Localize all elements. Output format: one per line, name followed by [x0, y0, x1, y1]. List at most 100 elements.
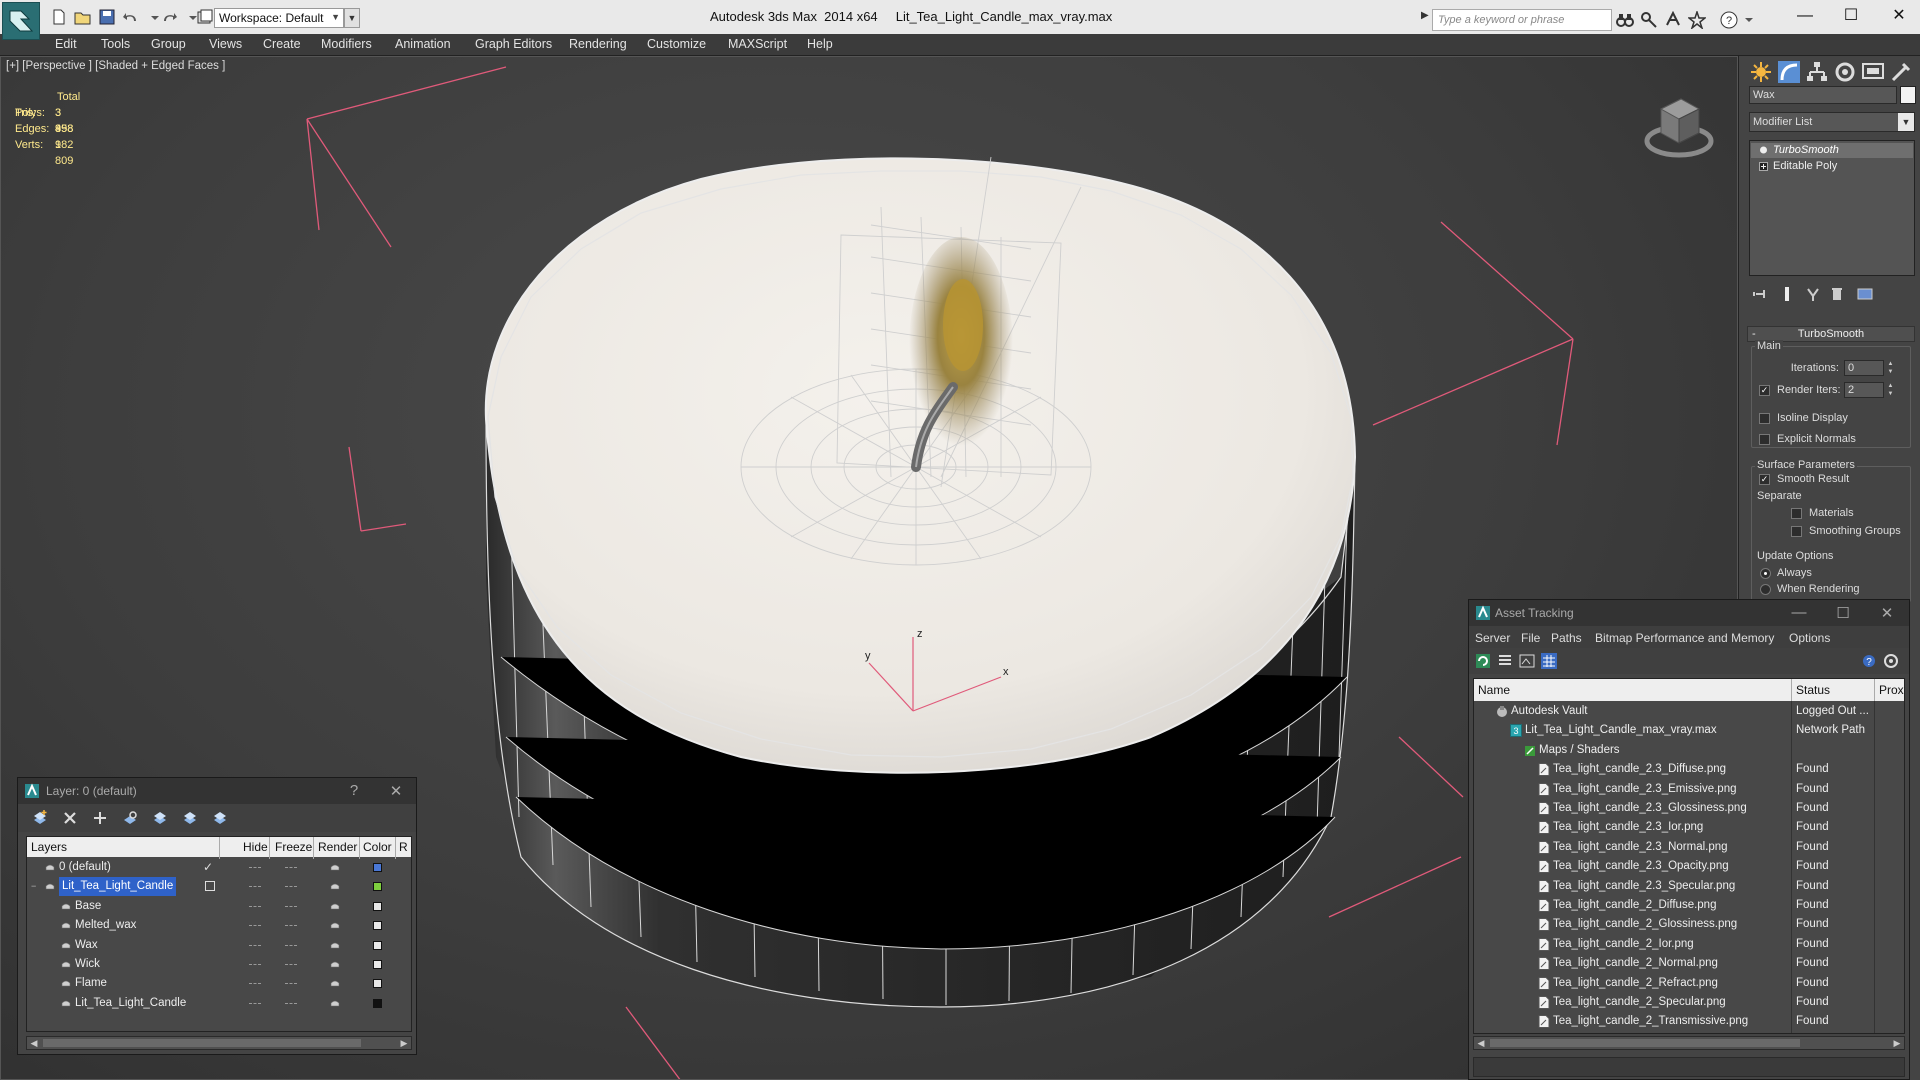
menu-graph-editors[interactable]: Graph Editors	[475, 37, 552, 51]
render-teapot-icon[interactable]	[330, 941, 341, 950]
separate-materials-checkbox[interactable]: Materials	[1791, 507, 1854, 521]
layer-color-swatch[interactable]	[373, 940, 382, 950]
layer-color-swatch[interactable]	[373, 882, 382, 892]
layer-row[interactable]: − Lit_Tea_Light_Candle	[27, 877, 411, 897]
asset-row[interactable]: Tea_light_candle_2_Normal.png Found	[1474, 954, 1904, 973]
column-header-proxy[interactable]: Prox	[1879, 683, 1904, 697]
menu-create[interactable]: Create	[263, 37, 301, 51]
iterations-spinner[interactable]: 0	[1844, 360, 1884, 376]
scroll-right-icon[interactable]: ▶	[1890, 1037, 1904, 1049]
workspace-selector[interactable]: Workspace: Default ▼	[214, 8, 344, 28]
asset-row[interactable]: Tea_light_candle_2.3_Normal.png Found	[1474, 838, 1904, 857]
column-divider[interactable]	[269, 837, 270, 859]
layer-color-swatch[interactable]	[373, 998, 382, 1008]
table-view-icon[interactable]	[1541, 653, 1557, 669]
list-view-icon[interactable]	[1497, 653, 1513, 669]
close-button[interactable]: ✕	[1884, 6, 1914, 28]
iterations-spinner-arrows[interactable]: ▲ ▼	[1886, 360, 1895, 376]
freeze-toggle[interactable]	[285, 867, 297, 868]
render-teapot-icon[interactable]	[330, 882, 341, 891]
redo-icon[interactable]	[160, 9, 178, 25]
hierarchy-tab-icon[interactable]	[1805, 60, 1829, 84]
column-divider[interactable]	[219, 837, 220, 859]
app-logo-menu-button[interactable]	[2, 2, 40, 40]
select-objects-in-layer-icon[interactable]	[122, 810, 138, 826]
column-header-layers[interactable]: Layers	[31, 840, 67, 854]
render-teapot-icon[interactable]	[330, 960, 341, 969]
asset-row[interactable]: Tea_light_candle_2_Glossiness.png Found	[1474, 915, 1904, 934]
show-end-result-icon[interactable]	[1779, 286, 1795, 302]
column-header-render[interactable]: Render	[318, 840, 357, 854]
render-iters-spinner[interactable]: 2	[1844, 382, 1884, 398]
layer-row[interactable]: Wick	[27, 955, 411, 974]
add-to-layer-icon[interactable]	[92, 810, 108, 826]
asset-row[interactable]: 3 Lit_Tea_Light_Candle_max_vray.max Networ…	[1474, 721, 1904, 740]
layer-color-swatch[interactable]	[373, 863, 382, 872]
asset-horizontal-scrollbar[interactable]: ◀ ▶	[1473, 1036, 1905, 1050]
asset-close-button[interactable]: ✕	[1875, 604, 1899, 622]
active-layer-checkmark-icon[interactable]: ✓	[203, 858, 213, 877]
asset-row[interactable]: Tea_light_candle_2.3_Opacity.png Found	[1474, 857, 1904, 876]
column-divider[interactable]	[359, 837, 360, 859]
asset-help-icon[interactable]: ?	[1861, 653, 1877, 669]
favorites-star-icon[interactable]	[1688, 11, 1706, 29]
column-header-radiosity[interactable]: R	[399, 840, 408, 854]
isoline-display-checkbox[interactable]: Isoline Display	[1759, 412, 1848, 426]
smooth-result-checkbox[interactable]: ✓ Smooth Result	[1759, 473, 1849, 487]
maximize-button[interactable]: ☐	[1836, 6, 1866, 28]
create-tab-icon[interactable]	[1749, 60, 1773, 84]
pin-stack-icon[interactable]	[1753, 286, 1769, 302]
separate-smoothing-groups-checkbox[interactable]: Smoothing Groups	[1791, 525, 1901, 539]
hide-toggle[interactable]	[249, 983, 261, 985]
undo-icon[interactable]	[122, 9, 140, 25]
explicit-normals-checkbox[interactable]: Explicit Normals	[1759, 433, 1856, 447]
layer-color-swatch[interactable]	[373, 979, 382, 989]
menu-group[interactable]: Group	[151, 37, 186, 51]
collapse-icon[interactable]: −	[31, 877, 36, 896]
asset-row[interactable]: Tea_light_candle_2_Transmissive.png Found	[1474, 1012, 1904, 1031]
update-always-radio[interactable]: Always	[1759, 567, 1812, 581]
asset-maximize-button[interactable]: ☐	[1831, 604, 1855, 622]
column-divider[interactable]	[313, 837, 314, 859]
help-dropdown-icon[interactable]	[1740, 11, 1758, 29]
asset-row[interactable]: Tea_light_candle_2.3_Diffuse.png Found	[1474, 760, 1904, 779]
scrollbar-thumb[interactable]	[1490, 1039, 1800, 1047]
scroll-right-icon[interactable]: ▶	[397, 1037, 411, 1049]
expand-plus-icon[interactable]	[1759, 162, 1768, 171]
menu-rendering[interactable]: Rendering	[569, 37, 627, 51]
asset-row[interactable]: Tea_light_candle_2_Ior.png Found	[1474, 935, 1904, 954]
asset-menu-paths[interactable]: Paths	[1551, 631, 1582, 645]
asset-row[interactable]: Tea_light_candle_2.3_Ior.png Found	[1474, 818, 1904, 837]
object-color-swatch[interactable]	[1900, 86, 1916, 104]
save-file-icon[interactable]	[98, 9, 116, 25]
column-header-hide[interactable]: Hide	[243, 840, 268, 854]
asset-row[interactable]: Tea_light_candle_2.3_Glossiness.png Found	[1474, 799, 1904, 818]
hide-toggle[interactable]	[249, 944, 261, 946]
asset-row[interactable]: Tea_light_candle_2_Specular.png Found	[1474, 993, 1904, 1012]
new-scene-icon[interactable]	[50, 9, 68, 25]
asset-path-field[interactable]	[1473, 1057, 1905, 1077]
search-expand-icon[interactable]: ▶	[1421, 10, 1429, 21]
hide-unhide-all-layers-icon[interactable]	[182, 810, 198, 826]
modifier-list-dropdown[interactable]: Modifier List ▼	[1749, 112, 1915, 132]
checkbox-empty-icon[interactable]	[205, 881, 215, 892]
layer-title-bar[interactable]: Layer: 0 (default) ? ✕	[18, 778, 416, 804]
column-header-freeze[interactable]: Freeze	[275, 840, 312, 854]
menu-help[interactable]: Help	[807, 37, 833, 51]
binoculars-icon[interactable]	[1616, 11, 1634, 29]
column-divider[interactable]	[395, 837, 396, 859]
freeze-toggle[interactable]	[285, 905, 297, 907]
asset-options-icon[interactable]	[1883, 653, 1899, 669]
menu-customize[interactable]: Customize	[647, 37, 706, 51]
subscription-key-icon[interactable]	[1640, 11, 1658, 29]
hide-toggle[interactable]	[249, 905, 261, 907]
layer-horizontal-scrollbar[interactable]: ◀ ▶	[26, 1036, 412, 1050]
stack-item-editable-poly[interactable]: Editable Poly	[1751, 159, 1913, 174]
scroll-left-icon[interactable]: ◀	[1474, 1037, 1488, 1049]
asset-row[interactable]: Tea_light_candle_2_Refract.png Found	[1474, 974, 1904, 993]
display-tab-icon[interactable]	[1861, 60, 1885, 84]
layer-row[interactable]: Flame	[27, 974, 411, 993]
hide-toggle[interactable]	[249, 925, 261, 927]
minimize-button[interactable]: —	[1790, 6, 1820, 28]
menu-edit[interactable]: Edit	[55, 37, 77, 51]
